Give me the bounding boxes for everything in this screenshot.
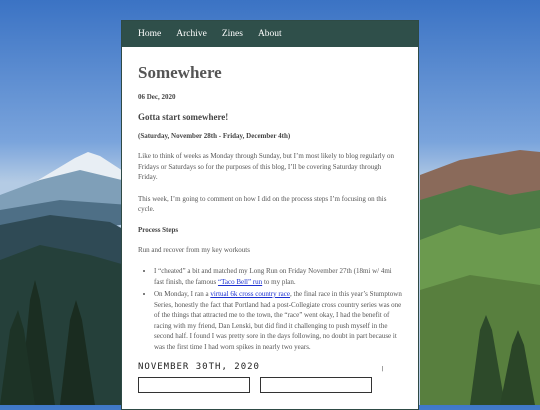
virtual-race-link[interactable]: virtual 6k cross country race xyxy=(210,290,290,298)
list-item-text: , the final race in this year’s Stumptow… xyxy=(154,290,402,351)
handwritten-image-caption: NOVEMBER 30TH, 2020 ╷ xyxy=(138,362,402,372)
post-title: Somewhere xyxy=(138,63,222,82)
pen-mark-icon: ╷ xyxy=(379,362,386,372)
nav-home-link[interactable]: Home xyxy=(138,29,161,39)
section-heading: Process Steps xyxy=(138,225,179,234)
post-content: Somewhere 06 Dec, 2020 Gotta start somew… xyxy=(122,47,418,393)
handwritten-date: NOVEMBER 30TH, 2020 xyxy=(138,362,260,372)
top-navigation: Home Archive Zines About xyxy=(122,21,418,47)
post-heading: Gotta start somewhere! xyxy=(138,112,229,122)
nav-about-link[interactable]: About xyxy=(258,29,282,39)
drawn-box xyxy=(260,377,372,393)
bullet-list: I “cheated” a bit and matched my Long Ru… xyxy=(138,266,402,352)
list-item: I “cheated” a bit and matched my Long Ru… xyxy=(154,266,402,287)
nav-zines-link[interactable]: Zines xyxy=(222,29,243,39)
list-item-text: to my plan. xyxy=(262,277,296,286)
list-item-text: On Monday, I ran a xyxy=(154,290,211,298)
post-date-range: (Saturday, November 28th - Friday, Decem… xyxy=(138,132,291,140)
post-paragraph: Like to think of weeks as Monday through… xyxy=(138,152,394,181)
post-paragraph: This week, I’m going to comment on how I… xyxy=(138,194,387,214)
nav-archive-link[interactable]: Archive xyxy=(176,29,207,39)
drawn-box xyxy=(138,377,250,393)
handwritten-boxes xyxy=(138,377,402,393)
taco-bell-run-link[interactable]: “Taco Bell” run xyxy=(218,278,262,286)
blog-post-card: Home Archive Zines About Somewhere 06 De… xyxy=(121,20,419,410)
list-item: On Monday, I ran a virtual 6k cross coun… xyxy=(154,289,402,352)
post-paragraph: Run and recover from my key workouts xyxy=(138,245,250,254)
post-date: 06 Dec, 2020 xyxy=(138,93,176,101)
